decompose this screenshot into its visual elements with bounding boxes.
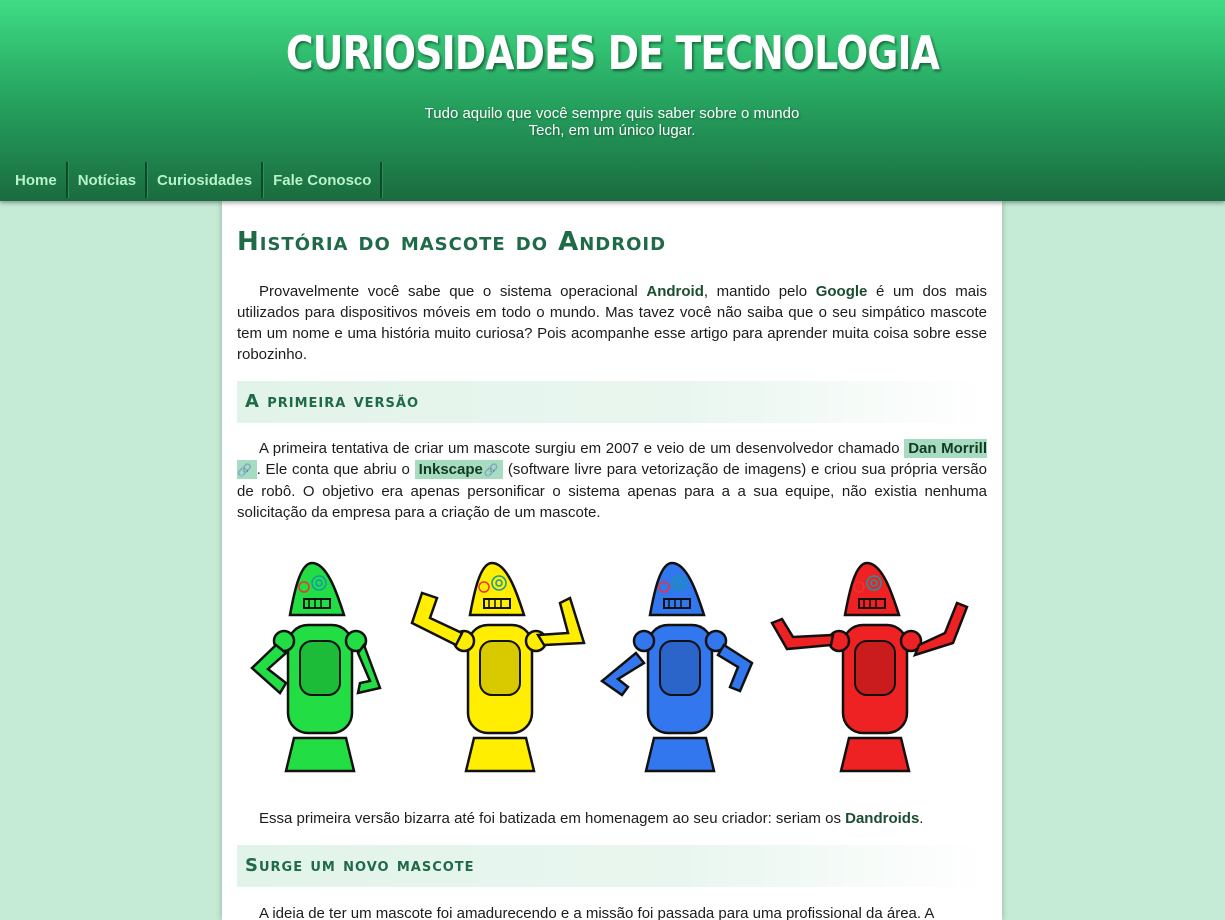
robot-green — [250, 561, 382, 773]
article: História do mascote do Android Provavelm… — [222, 201, 1002, 920]
link-icon: 🔗 — [237, 463, 253, 477]
main-nav: Home Notícias Curiosidades Fale Conosco — [5, 161, 383, 199]
dan-morrill-link-label: Dan Morrill — [908, 440, 987, 457]
robot-blue — [599, 561, 754, 773]
dandroids-caption: Essa primeira versão bizarra até foi bat… — [237, 808, 987, 829]
section1-paragraph: A primeira tentativa de criar um mascote… — [237, 438, 987, 523]
nav-item-fale-conosco[interactable]: Fale Conosco — [263, 162, 383, 198]
site-tagline: Tudo aquilo que você sempre quis saber s… — [424, 105, 800, 139]
section-heading-novo-mascote: Surge um novo mascote — [237, 845, 987, 887]
intro-text-1: Provavelmente você sabe que o sistema op… — [259, 283, 647, 300]
nav-item-noticias[interactable]: Notícias — [68, 162, 148, 198]
section1-text-2: . Ele conta que abriu o — [256, 461, 415, 478]
caption-text-2: . — [919, 810, 924, 827]
site-title: CURIOSIDADES DE TECNOLOGIA — [285, 26, 940, 80]
robot-red — [770, 561, 969, 773]
section2-text-1: A ideia de ter um mascote foi amadurecen… — [259, 905, 935, 920]
caption-text-1: Essa primeira versão bizarra até foi bat… — [259, 810, 846, 827]
section1-text-1: A primeira tentativa de criar um mascote… — [259, 440, 905, 457]
link-icon: 🔗 — [482, 463, 500, 477]
intro-text-2: , mantido pelo — [703, 283, 816, 300]
intro-bold-android: Android — [646, 283, 704, 300]
nav-item-curiosidades[interactable]: Curiosidades — [147, 162, 264, 198]
caption-bold-dandroids: Dandroids — [845, 810, 920, 827]
intro-paragraph: Provavelmente você sabe que o sistema op… — [237, 281, 987, 365]
inkscape-link-label: Inkscape — [418, 461, 483, 478]
inkscape-link[interactable]: Inkscape🔗 — [414, 460, 504, 479]
section-heading-primeira-versao: A primeira versão — [237, 381, 987, 423]
nav-item-home[interactable]: Home — [5, 162, 68, 198]
section2-paragraph: A ideia de ter um mascote foi amadurecen… — [237, 903, 987, 920]
dandroids-illustration — [250, 561, 969, 773]
robot-yellow — [410, 561, 586, 773]
dandroids-image — [237, 545, 987, 785]
article-title: História do mascote do Android — [237, 227, 667, 257]
site-header: CURIOSIDADES DE TECNOLOGIA Tudo aquilo q… — [0, 0, 1225, 201]
intro-bold-google: Google — [815, 283, 868, 300]
